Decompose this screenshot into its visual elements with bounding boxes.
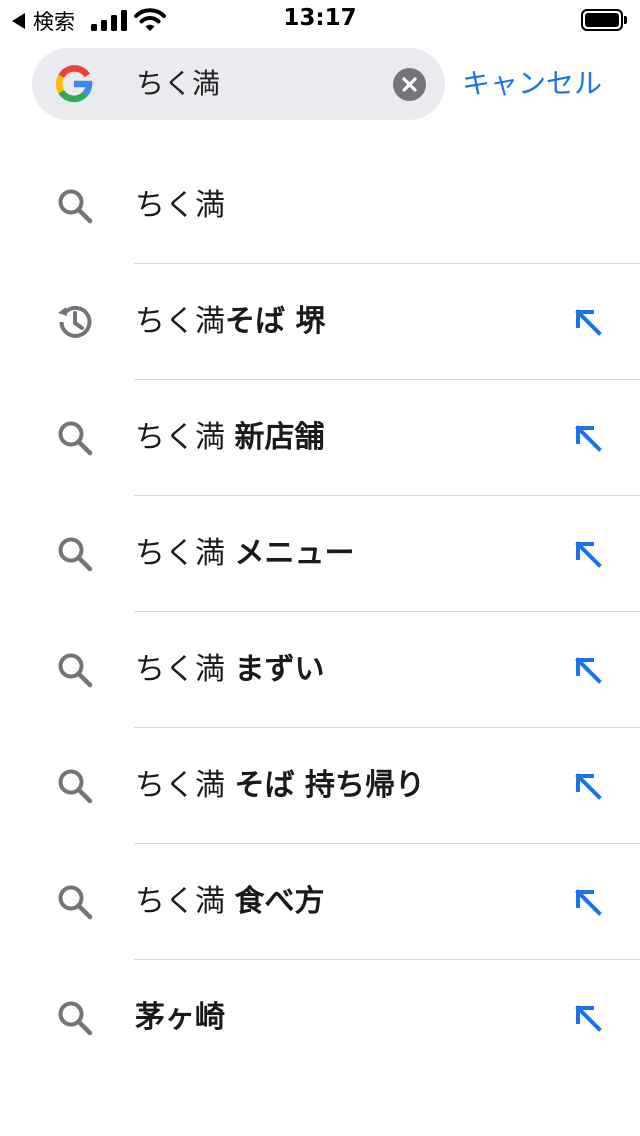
suggestion-row[interactable]: ちく満 食べ方 bbox=[0, 844, 640, 960]
suggestion-row[interactable]: ちく満 bbox=[0, 148, 640, 264]
search-input[interactable]: ちく満 bbox=[136, 66, 220, 102]
suggestion-text: 茅ヶ崎 bbox=[135, 1000, 225, 1035]
search-icon bbox=[58, 1001, 93, 1036]
suggestion-text: ちく満 食べ方 bbox=[135, 884, 325, 919]
search-icon bbox=[58, 189, 93, 224]
status-time: 13:17 bbox=[283, 5, 357, 31]
clear-search-button[interactable] bbox=[393, 68, 426, 101]
history-icon bbox=[58, 305, 92, 338]
suggestion-row[interactable]: ちく満 新店舗 bbox=[0, 380, 640, 496]
search-icon bbox=[58, 769, 93, 804]
fill-query-arrow-icon[interactable] bbox=[568, 766, 608, 806]
search-icon bbox=[58, 653, 93, 688]
suggestion-text: ちく満 bbox=[135, 188, 225, 223]
suggestion-row[interactable]: ちく満そば 堺 bbox=[0, 264, 640, 380]
fill-query-arrow-icon[interactable] bbox=[568, 534, 608, 574]
screen: 検索 13:17 ちく満 キャンセル ちく満 ちく満そば 堺 ちく満 新店舗 ち… bbox=[0, 0, 640, 1136]
suggestion-text: ちく満 新店舗 bbox=[135, 420, 325, 455]
suggestion-row[interactable]: ちく満 まずい bbox=[0, 612, 640, 728]
search-bar[interactable]: ちく満 bbox=[32, 48, 445, 120]
clear-x-icon bbox=[402, 77, 417, 92]
search-icon bbox=[58, 421, 93, 456]
search-icon bbox=[58, 537, 93, 572]
suggestion-text: ちく満 メニュー bbox=[135, 536, 355, 571]
search-icon bbox=[58, 885, 93, 920]
suggestion-text: ちく満 そば 持ち帰り bbox=[135, 768, 425, 803]
fill-query-arrow-icon[interactable] bbox=[568, 998, 608, 1038]
cancel-button[interactable]: キャンセル bbox=[462, 66, 602, 102]
status-bar: 検索 13:17 bbox=[0, 0, 640, 40]
suggestion-row[interactable]: ちく満 そば 持ち帰り bbox=[0, 728, 640, 844]
fill-query-arrow-icon[interactable] bbox=[568, 418, 608, 458]
google-logo-icon bbox=[55, 65, 93, 103]
fill-query-arrow-icon[interactable] bbox=[568, 882, 608, 922]
suggestion-row[interactable]: ちく満 メニュー bbox=[0, 496, 640, 612]
fill-query-arrow-icon[interactable] bbox=[568, 302, 608, 342]
suggestion-row[interactable]: 茅ヶ崎 bbox=[0, 960, 640, 1076]
battery-icon bbox=[581, 9, 627, 31]
suggestion-text: ちく満 まずい bbox=[135, 652, 325, 687]
suggestion-list: ちく満 ちく満そば 堺 ちく満 新店舗 ちく満 メニュー ちく満 まずい ちく満… bbox=[0, 148, 640, 1076]
fill-query-arrow-icon[interactable] bbox=[568, 650, 608, 690]
suggestion-text: ちく満そば 堺 bbox=[135, 304, 326, 339]
